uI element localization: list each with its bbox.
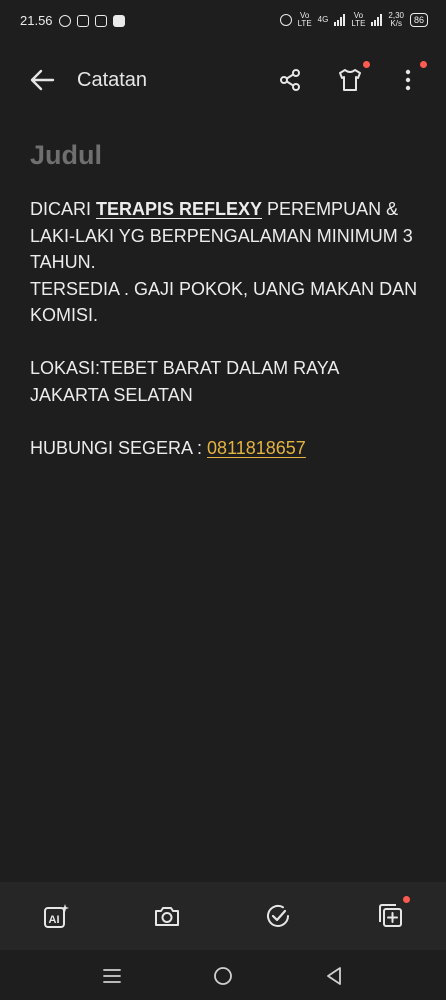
network-type-label: 4G — [317, 15, 329, 24]
status-left: 21.56 — [20, 13, 125, 28]
home-button[interactable] — [209, 962, 237, 990]
signal-icon-1 — [334, 14, 346, 26]
note-empty-line — [30, 408, 420, 435]
add-note-button[interactable] — [372, 896, 410, 934]
note-title-field[interactable]: Judul — [30, 140, 102, 171]
share-button[interactable] — [274, 64, 306, 96]
svg-text:AI: AI — [49, 914, 60, 926]
tshirt-icon — [339, 69, 361, 91]
more-badge — [420, 61, 427, 68]
triangle-back-icon — [327, 967, 341, 985]
system-back-button[interactable] — [320, 962, 348, 990]
capcut-icon — [76, 14, 89, 27]
skin-badge — [363, 61, 370, 68]
note-text: HUBUNGI SEGERA : — [30, 437, 208, 458]
notification-icon — [112, 14, 125, 27]
status-right: Vo LTE 4G Vo LTE 2,30 K/s 86 — [279, 11, 428, 28]
phone-link[interactable]: 0811818657 — [207, 438, 306, 458]
note-skin-button[interactable] — [334, 61, 370, 96]
page-title: Catatan — [77, 69, 148, 91]
note-paragraph-1: DICARI TERAPIS REFLEXY PEREMPUAN & LAKI-… — [30, 196, 420, 276]
check-circle-icon — [267, 904, 289, 927]
back-button[interactable] — [26, 64, 58, 96]
alarm-icon — [279, 14, 292, 26]
system-nav-bar — [0, 950, 446, 1000]
signal-icon-2 — [371, 14, 383, 26]
add-note-badge — [403, 896, 410, 903]
volte-label-1: Vo LTE — [297, 11, 312, 28]
ai-button[interactable]: AI — [38, 898, 74, 934]
battery-icon: 86 — [409, 13, 428, 27]
camera-icon — [155, 907, 179, 926]
add-note-icon — [379, 904, 402, 927]
instagram-icon — [94, 14, 107, 27]
note-paragraph-3: LOKASI:TEBET BARAT DALAM RAYA JAKARTA SE… — [30, 358, 339, 405]
more-options-button[interactable] — [394, 61, 427, 96]
more-vertical-icon — [405, 69, 411, 91]
recent-apps-button[interactable] — [98, 962, 126, 990]
checklist-button[interactable] — [260, 898, 296, 934]
camera-button[interactable] — [149, 898, 185, 934]
note-paragraph-2: TERSEDIA . GAJI POKOK, UANG MAKAN DAN KO… — [30, 278, 418, 326]
status-time: 21.56 — [20, 13, 53, 28]
volte-label-2: Vo LTE — [351, 11, 366, 28]
app-bar: Catatan — [0, 50, 446, 110]
note-body-editor[interactable]: DICARI TERAPIS REFLEXY PEREMPUAN & LAKI-… — [30, 196, 420, 461]
network-speed: 2,30 K/s — [388, 11, 404, 28]
whatsapp-icon — [58, 14, 71, 27]
home-circle-icon — [214, 967, 232, 985]
arrow-left-icon — [30, 69, 55, 91]
note-text: DICARI — [30, 199, 97, 219]
status-bar: 21.56 Vo LTE 4G Vo LTE 2,30 K/s 86 — [0, 0, 446, 44]
note-paragraph-4: HUBUNGI SEGERA : 0811818657 — [30, 435, 420, 462]
note-bold-text: TERAPIS REFLEXY — [96, 199, 263, 219]
note-empty-line — [30, 329, 420, 356]
menu-icon — [103, 969, 121, 983]
ai-icon: AI — [44, 904, 69, 928]
share-icon — [280, 69, 300, 91]
bottom-toolbar: AI — [0, 882, 446, 950]
